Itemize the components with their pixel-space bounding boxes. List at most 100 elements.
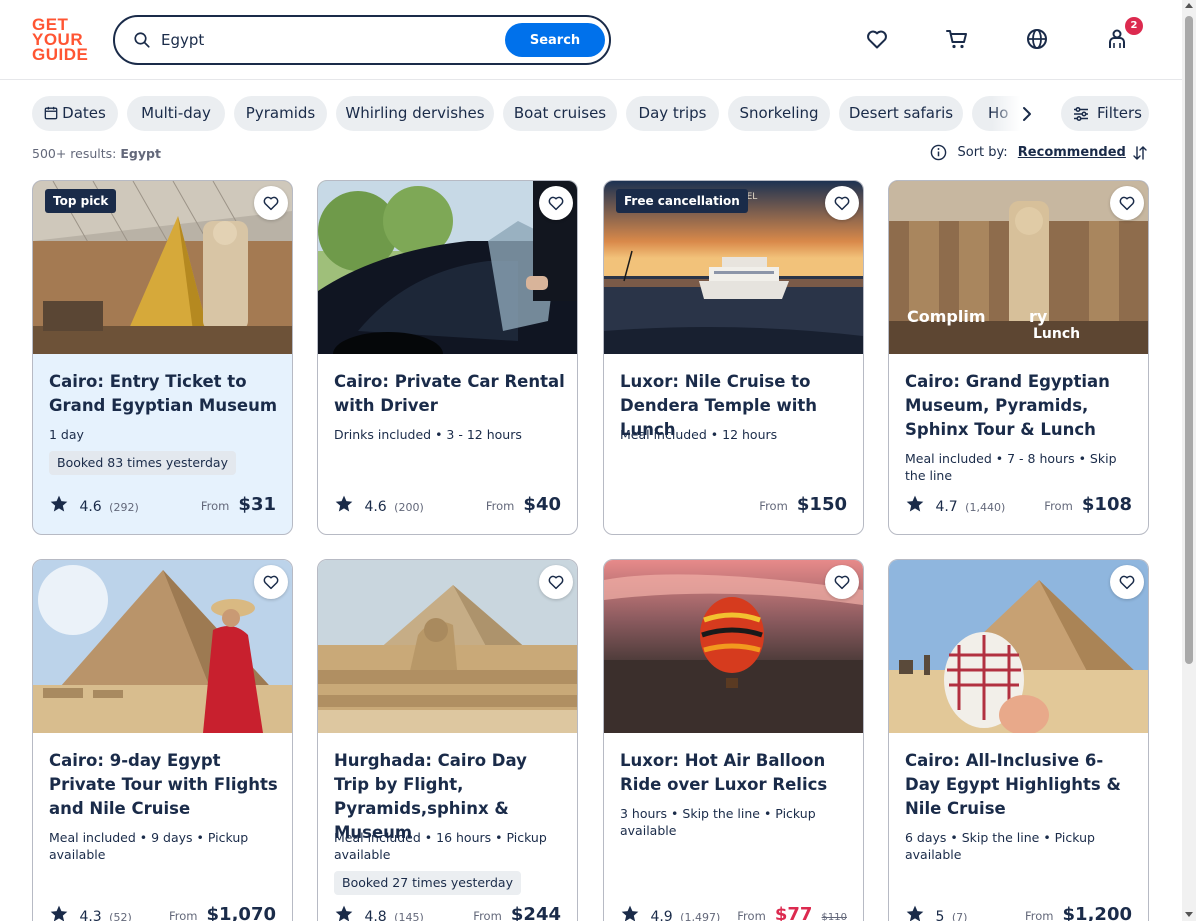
favorite-button[interactable] (1110, 565, 1144, 599)
price-amount: $1,070 (206, 904, 276, 921)
filters-button[interactable]: Filters (1061, 96, 1149, 131)
chip-label: Dates (62, 104, 106, 122)
rating: 5 (7) (905, 904, 967, 921)
top-header: GET YOUR GUIDE Search 2 (0, 0, 1182, 80)
favorite-button[interactable] (825, 186, 859, 220)
activity-title[interactable]: Cairo: Grand Egyptian Museum, Pyramids, … (905, 370, 1137, 442)
chip-snorkeling[interactable]: Snorkeling (728, 96, 830, 131)
favorite-button[interactable] (825, 565, 859, 599)
activity-image[interactable] (604, 560, 863, 733)
price: From $1,200 (1025, 904, 1132, 921)
heart-icon[interactable] (865, 27, 889, 51)
rating: 4.6 (200) (334, 494, 424, 516)
search-button[interactable]: Search (505, 23, 605, 57)
sort-label: Sort by: (957, 145, 1008, 160)
activity-image[interactable] (318, 181, 577, 354)
review-count: (145) (394, 911, 424, 921)
star-icon (335, 495, 353, 512)
activity-meta: Meal included • 16 hours • Pickup availa… (334, 830, 547, 862)
price-amount: $108 (1081, 494, 1132, 515)
activity-image[interactable]: Top pick (33, 181, 292, 354)
booked-badge: Booked 27 times yesterday (334, 871, 521, 895)
price: From $244 (473, 904, 561, 921)
activity-title[interactable]: Cairo: Entry Ticket to Grand Egyptian Mu… (49, 370, 281, 418)
scroll-down-arrow-icon[interactable] (1185, 912, 1193, 917)
chip-label: Whirling dervishes (345, 104, 485, 122)
price: From $40 (486, 494, 561, 518)
sort-control[interactable]: Sort by: Recommended (930, 144, 1148, 164)
price-from-label: From (200, 499, 230, 513)
price-from-label: From (737, 909, 766, 921)
activity-image[interactable]: Complim ry Lunch (889, 181, 1148, 354)
chip-label: Boat cruises (513, 104, 607, 122)
sort-value[interactable]: Recommended (1018, 145, 1126, 160)
favorite-button[interactable] (539, 186, 573, 220)
activity-card[interactable]: Cairo: Private Car Rental with Driver Dr… (317, 180, 578, 535)
star-icon (335, 905, 353, 921)
rating-value: 4.3 (79, 909, 102, 921)
original-price: $110 (821, 912, 847, 921)
page-scrollbar[interactable] (1182, 0, 1196, 921)
activity-title[interactable]: Cairo: 9-day Egypt Private Tour with Fli… (49, 749, 281, 821)
price: From $31 (201, 494, 276, 518)
rating-value: 4.6 (364, 499, 387, 515)
favorite-button[interactable] (254, 186, 288, 220)
chip-day-trips[interactable]: Day trips (626, 96, 719, 131)
activity-title[interactable]: Cairo: All-Inclusive 6-Day Egypt Highlig… (905, 749, 1137, 821)
chip-pyramids[interactable]: Pyramids (234, 96, 327, 131)
search-input[interactable] (161, 29, 501, 51)
rating: 4.3 (52) (49, 904, 132, 921)
pyramid-selfie-image (889, 560, 1148, 733)
activity-card[interactable]: Cairo: 9-day Egypt Private Tour with Fli… (32, 559, 293, 921)
chevron-right-icon[interactable] (1016, 103, 1038, 125)
activity-meta: 6 days • Skip the line • Pickup availabl… (905, 830, 1095, 862)
chip-dates[interactable]: Dates (32, 96, 118, 131)
price-amount: $1,200 (1062, 904, 1132, 921)
activity-image[interactable] (318, 560, 577, 733)
chip-label: Pyramids (245, 104, 316, 122)
activity-card[interactable]: Top pick Cairo: Entry Ticket to Grand Eg… (32, 180, 293, 535)
favorite-button[interactable] (539, 565, 573, 599)
scroll-thumb[interactable] (1185, 16, 1193, 664)
chip-boat-cruises[interactable]: Boat cruises (503, 96, 617, 131)
price-from-label: From (759, 499, 788, 513)
price-amount: $244 (510, 904, 561, 921)
activity-image[interactable] (889, 560, 1148, 733)
rating-value: 5 (935, 909, 945, 921)
activity-card[interactable]: OTEL Free cancellation Luxor: Nile Cruis… (603, 180, 864, 535)
rating: 4.9 (1,497) (620, 904, 720, 921)
activity-title[interactable]: Cairo: Private Car Rental with Driver (334, 370, 566, 418)
info-icon[interactable] (930, 144, 947, 161)
activity-card[interactable]: Complim ry Lunch Cairo: Grand Egyptian M… (888, 180, 1149, 535)
activity-image[interactable]: OTEL Free cancellation (604, 181, 863, 354)
favorite-button[interactable] (254, 565, 288, 599)
review-count: (200) (394, 501, 424, 514)
cart-icon[interactable] (945, 27, 969, 51)
chip-whirling-dervishes[interactable]: Whirling dervishes (336, 96, 494, 131)
getyourguide-logo[interactable]: GET YOUR GUIDE (32, 16, 90, 63)
sort-arrows-icon[interactable] (1132, 145, 1148, 161)
card-tag: Top pick (45, 189, 117, 213)
rating: 4.8 (145) (334, 904, 424, 921)
chip-multi-day[interactable]: Multi-day (127, 96, 225, 131)
chip-label: Day trips (638, 104, 707, 122)
activity-card[interactable]: Cairo: All-Inclusive 6-Day Egypt Highlig… (888, 559, 1149, 921)
globe-icon[interactable] (1025, 27, 1049, 51)
chip-desert-safaris[interactable]: Desert safaris (839, 96, 963, 131)
favorite-button[interactable] (1110, 186, 1144, 220)
price-from-label: From (168, 909, 198, 921)
review-count: (1,497) (680, 911, 721, 921)
activity-card[interactable]: Hurghada: Cairo Day Trip by Flight, Pyra… (317, 559, 578, 921)
star-icon (906, 495, 924, 512)
search-icon (134, 32, 150, 48)
rating-value: 4.7 (935, 499, 958, 515)
activity-meta: Drinks included • 3 - 12 hours (334, 427, 522, 442)
booked-badge: Booked 83 times yesterday (49, 451, 236, 475)
activity-title[interactable]: Luxor: Hot Air Balloon Ride over Luxor R… (620, 749, 852, 797)
activity-meta: Meal included • 7 - 8 hours • Skip the l… (905, 451, 1117, 483)
sphinx-image (318, 560, 577, 733)
scroll-up-arrow-icon[interactable] (1185, 3, 1193, 8)
activity-image[interactable] (33, 560, 292, 733)
activity-card[interactable]: Luxor: Hot Air Balloon Ride over Luxor R… (603, 559, 864, 921)
heart-icon (548, 575, 564, 590)
